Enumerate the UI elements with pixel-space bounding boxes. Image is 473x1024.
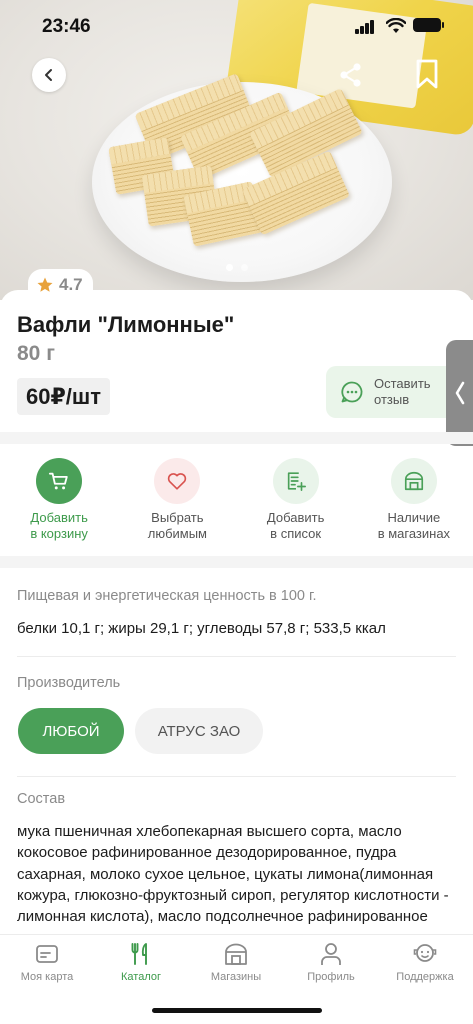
divider: [17, 656, 456, 657]
manufacturer-label: Производитель: [17, 675, 121, 691]
battery-icon: [413, 18, 444, 32]
chevron-left-icon: [455, 381, 464, 405]
back-button[interactable]: [32, 58, 66, 92]
tab-support[interactable]: Поддержка: [378, 941, 472, 983]
cart-icon: [36, 458, 83, 504]
action-label: любимым: [147, 526, 207, 541]
nutrition-label: Пищевая и энергетическая ценность в 100 …: [17, 588, 317, 604]
share-icon: [340, 63, 361, 87]
support-icon: [413, 944, 437, 962]
heart-icon: [154, 458, 201, 504]
tab-label: Каталог: [121, 971, 161, 983]
product-price: 60₽/шт: [17, 378, 111, 415]
add-to-list-button[interactable]: Добавить в список: [237, 458, 355, 548]
section-divider: [0, 432, 473, 444]
person-icon: [321, 943, 341, 965]
tab-label: Поддержка: [396, 971, 454, 983]
section-divider: [0, 556, 473, 568]
home-indicator: [152, 1008, 322, 1013]
store-icon: [225, 943, 247, 965]
action-label: в список: [270, 526, 322, 541]
status-bar: 23:46: [0, 0, 473, 54]
bookmark-icon: [416, 59, 438, 89]
nutrition-value: белки 10,1 г; жиры 29,1 г; углеводы 57,8…: [17, 620, 386, 637]
tab-my-card[interactable]: Моя карта: [0, 941, 94, 983]
signal-icon: [355, 20, 375, 34]
share-button[interactable]: [336, 60, 366, 90]
review-label-line2: отзыв: [374, 392, 410, 407]
product-actions: Добавить в корзину Выбрать любимым Добавит…: [0, 458, 473, 548]
store-icon: [390, 458, 437, 504]
leave-review-button[interactable]: Оставить отзыв: [326, 366, 466, 418]
fork-knife-icon: [131, 943, 147, 965]
composition-text: мука пшеничная хлебопекарная высшего сор…: [17, 823, 449, 926]
action-label: в магазинах: [377, 526, 451, 541]
tab-stores[interactable]: Магазины: [189, 941, 283, 983]
manufacturer-chip-atrus[interactable]: АТРУС ЗАО: [135, 708, 263, 754]
store-availability-button[interactable]: Наличие в магазинах: [355, 458, 473, 548]
add-to-favorites-button[interactable]: Выбрать любимым: [118, 458, 236, 548]
rating-badge[interactable]: 4.7: [28, 269, 93, 300]
add-to-cart-button[interactable]: Добавить в корзину: [0, 458, 118, 548]
action-label: Добавить: [30, 510, 88, 525]
side-drawer-handle[interactable]: [446, 340, 473, 446]
card-icon: [36, 945, 58, 963]
action-label: в корзину: [30, 526, 88, 541]
tab-label: Магазины: [210, 971, 262, 983]
chevron-left-icon: [45, 69, 52, 81]
status-time: 23:46: [42, 16, 91, 37]
tab-label: Профиль: [307, 971, 355, 983]
wifi-icon: [386, 18, 406, 33]
divider: [17, 776, 456, 777]
tab-catalog[interactable]: Каталог: [94, 941, 188, 983]
review-label-line1: Оставить: [374, 376, 431, 391]
chat-bubble-icon: [341, 381, 363, 403]
manufacturer-chip-any[interactable]: ЛЮБОЙ: [18, 708, 124, 754]
tab-label: Моя карта: [20, 971, 74, 983]
star-icon: [37, 277, 53, 292]
bookmark-button[interactable]: [413, 58, 441, 90]
action-label: Выбрать: [151, 510, 204, 525]
action-label: Добавить: [266, 510, 325, 525]
composition-label: Состав: [17, 791, 66, 807]
tab-profile[interactable]: Профиль: [284, 941, 378, 983]
rating-value: 4.7: [59, 274, 83, 294]
pagination-dot: [225, 264, 233, 271]
product-title: Вафли "Лимонные": [17, 312, 235, 337]
list-add-icon: [272, 458, 319, 504]
product-weight: 80 г: [17, 342, 55, 365]
action-label: Наличие: [387, 510, 441, 525]
pagination-dot: [240, 264, 248, 271]
